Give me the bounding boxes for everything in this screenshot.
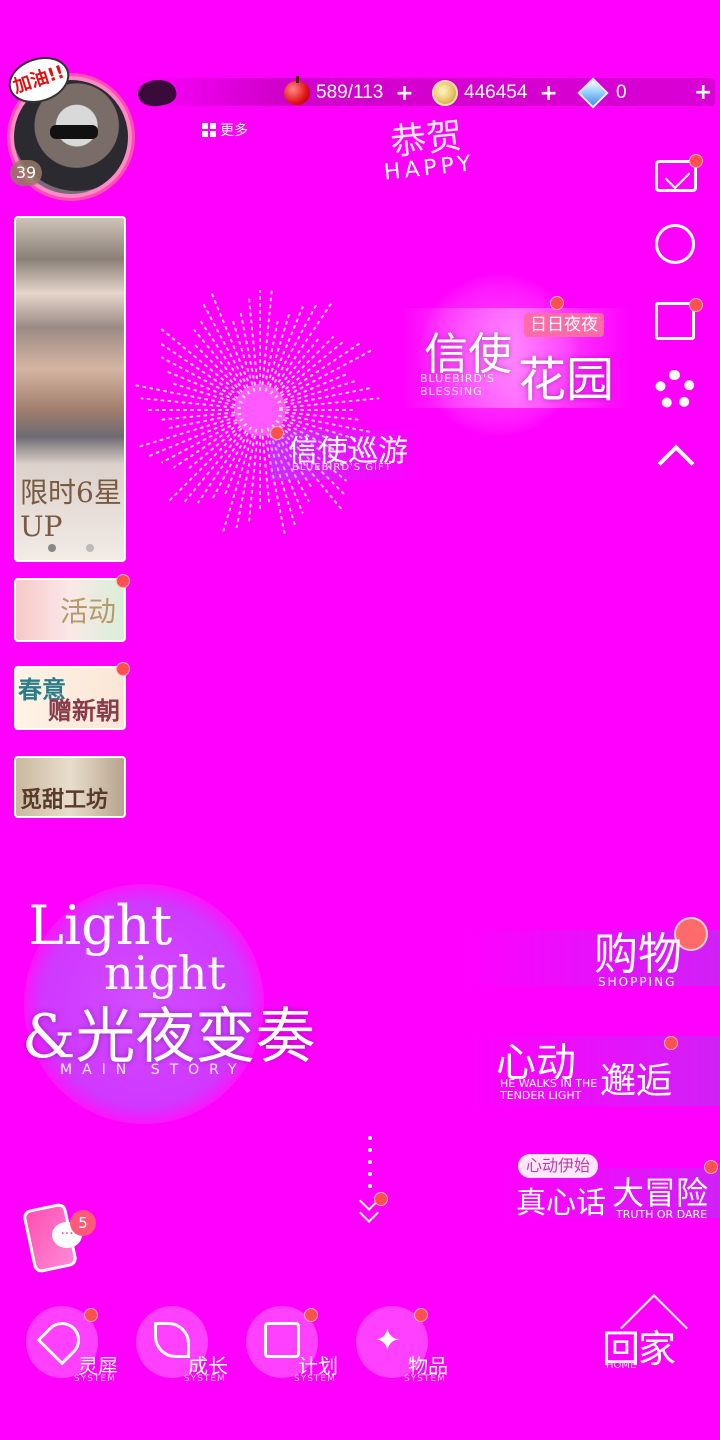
activity-notification-dot [116,574,130,588]
chat-button[interactable] [655,224,699,268]
encounter-notification-dot [664,1036,678,1050]
grid-icon [202,123,216,137]
add-diamond-button[interactable]: + [694,80,712,105]
stamina-counter[interactable]: 589/113 + [284,76,414,106]
sweet-workshop-banner[interactable]: 觅甜工坊 [14,756,126,818]
happy-greeting: 恭贺 HAPPY [359,103,496,187]
nav-lingxi-sub: SYSTEM [74,1374,116,1384]
phone-unread-badge: 5 [70,1210,96,1236]
garden-daily-tag: 日日夜夜 [524,313,604,337]
nav-items[interactable]: ✦ 物品 SYSTEM [356,1306,466,1386]
nav-lingxi[interactable]: 灵犀 SYSTEM [26,1306,136,1386]
scroll-notification-dot [374,1192,388,1206]
activity-banner[interactable]: 活动 [14,578,126,642]
truth-or-dare-subtitle: TRUTH OR DARE [616,1208,708,1221]
mailbox-button[interactable] [655,298,703,342]
diamond-counter[interactable]: 0 [577,77,627,109]
truth-or-dare-tag: 心动伊始 [518,1154,599,1178]
garden-title-garden: 花园 [518,352,615,408]
stars-icon: ✦ [374,1321,401,1359]
nav-plan-sub: SYSTEM [294,1374,336,1384]
activity-label: 活动 [59,595,116,628]
more-label: 更多 [220,123,248,139]
spring-event-banner[interactable]: 春意 赠新朝 [14,666,126,730]
garden-notification-dot [550,296,564,310]
nav-lingxi-dot [84,1308,98,1322]
shopping-subtitle: SHOPPING [598,975,677,989]
spring-notification-dot [116,662,130,676]
add-gold-button[interactable]: + [539,81,557,106]
truth-title: 真心话 [516,1186,606,1221]
firework-decoration [134,290,380,536]
limited-6star-up-title: 限时6星UP [20,476,122,543]
apple-icon [284,76,310,105]
encounter-subtitle: HE WALKS IN THE TENDER LIGHT [500,1077,598,1102]
garden-subtitle: BLUEBIRD'S BLESSING [420,372,496,398]
settings-button[interactable] [655,370,699,414]
nav-plan[interactable]: 计划 SYSTEM [246,1306,356,1386]
shopping-label: 购物 [594,929,682,980]
main-story-light: Light [28,894,173,957]
stamina-value: 589/113 [316,82,384,103]
tour-notification-dot [270,426,284,440]
diamond-value: 0 [616,82,627,103]
nav-items-dot [414,1308,428,1322]
gold-value: 446454 [464,82,528,103]
chevron-down-icon [359,1203,379,1223]
calendar-icon [264,1322,300,1358]
limited-6star-up-banner[interactable]: 限时6星UP [14,216,126,562]
sweet-workshop-label: 觅甜工坊 [20,787,109,813]
nav-plan-dot [304,1308,318,1322]
more-button[interactable]: 更多 [202,120,248,140]
home-button[interactable]: 回家 HOME [602,1294,702,1380]
player-level: 39 [10,160,42,186]
mail-button[interactable] [655,154,703,200]
chat-face-icon [655,224,695,264]
banner-pager [48,544,94,552]
collapse-chevron-up-icon[interactable] [657,444,695,482]
mail-notification-dot [689,154,703,168]
coin-icon [432,80,458,106]
gear-icon [655,370,695,410]
avatar-sunglasses [50,125,98,139]
gold-counter[interactable]: 446454 + [432,80,558,106]
tour-subtitle: BLUEBIRD'S GIFT [292,462,392,473]
nav-growth[interactable]: 成长 SYSTEM [136,1306,246,1386]
nav-growth-sub: SYSTEM [184,1374,226,1384]
spring-event-line2: 赠新朝 [48,696,120,725]
mailbox-notification-dot [689,298,703,312]
main-story-subtitle: MAIN STORY [60,1062,247,1078]
resource-bar [130,78,715,106]
add-stamina-button[interactable]: + [395,81,413,106]
scroll-down-hint[interactable] [356,1136,384,1226]
nav-items-sub: SYSTEM [404,1374,446,1384]
diamond-icon [577,77,609,109]
home-sublabel: HOME [606,1360,637,1371]
encounter-title-meet: 邂逅 [600,1061,673,1102]
